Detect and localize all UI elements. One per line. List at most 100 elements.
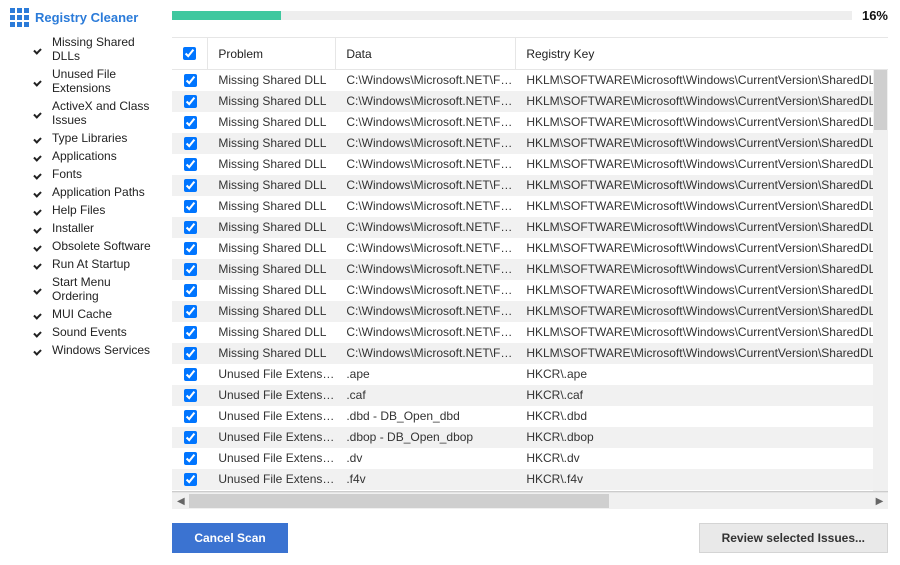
sidebar-item[interactable]: Sound Events bbox=[34, 323, 160, 341]
sidebar-item[interactable]: Missing Shared DLLs bbox=[34, 33, 160, 65]
main-panel: 16% Problem Data Registry Key Missing Sh… bbox=[160, 0, 900, 565]
table-row[interactable]: Unused File Extension.dbd - DB_Open_dbdH… bbox=[172, 406, 888, 427]
sidebar-item-label: Missing Shared DLLs bbox=[52, 35, 160, 63]
sidebar-item[interactable]: Applications bbox=[34, 147, 160, 165]
cell-problem: Unused File Extension bbox=[208, 385, 336, 406]
row-checkbox-cell bbox=[172, 385, 208, 406]
cancel-scan-button[interactable]: Cancel Scan bbox=[172, 523, 287, 553]
table-row[interactable]: Missing Shared DLLC:\Windows\Microsoft.N… bbox=[172, 217, 888, 238]
sidebar-item[interactable]: MUI Cache bbox=[34, 305, 160, 323]
row-checkbox[interactable] bbox=[184, 95, 197, 108]
row-checkbox[interactable] bbox=[184, 368, 197, 381]
cell-registry-key: HKLM\SOFTWARE\Microsoft\Windows\CurrentV… bbox=[516, 70, 888, 91]
row-checkbox-cell bbox=[172, 217, 208, 238]
row-checkbox[interactable] bbox=[184, 305, 197, 318]
scroll-right-arrow-icon[interactable]: ▶ bbox=[871, 493, 888, 510]
table-row[interactable]: Missing Shared DLLC:\Windows\Microsoft.N… bbox=[172, 301, 888, 322]
horizontal-scrollbar[interactable]: ◀ ▶ bbox=[172, 492, 888, 509]
row-checkbox[interactable] bbox=[184, 74, 197, 87]
table-row[interactable]: Missing Shared DLLC:\Windows\Microsoft.N… bbox=[172, 259, 888, 280]
header-problem[interactable]: Problem bbox=[208, 38, 336, 69]
table-row[interactable]: Missing Shared DLLC:\Windows\Microsoft.N… bbox=[172, 175, 888, 196]
header-data[interactable]: Data bbox=[336, 38, 516, 69]
table-row[interactable]: Missing Shared DLLC:\Windows\Microsoft.N… bbox=[172, 280, 888, 301]
cell-data: C:\Windows\Microsoft.NET\Fra... bbox=[336, 280, 516, 301]
row-checkbox[interactable] bbox=[184, 473, 197, 486]
review-issues-button[interactable]: Review selected Issues... bbox=[699, 523, 888, 553]
sidebar-item[interactable]: Start Menu Ordering bbox=[34, 273, 160, 305]
row-checkbox[interactable] bbox=[184, 116, 197, 129]
sidebar-item-label: Windows Services bbox=[52, 343, 150, 357]
sidebar-item[interactable]: Windows Services bbox=[34, 341, 160, 359]
progress-row: 16% bbox=[172, 8, 888, 23]
cell-problem: Unused File Extension bbox=[208, 406, 336, 427]
table-row[interactable]: Missing Shared DLLC:\Windows\Microsoft.N… bbox=[172, 343, 888, 364]
table-row[interactable]: Unused File Extension.dvHKCR\.dv bbox=[172, 448, 888, 469]
row-checkbox[interactable] bbox=[184, 431, 197, 444]
sidebar-item[interactable]: Obsolete Software bbox=[34, 237, 160, 255]
cell-problem: Missing Shared DLL bbox=[208, 154, 336, 175]
sidebar-list: Missing Shared DLLs Unused File Extension… bbox=[10, 33, 160, 359]
sidebar-item[interactable]: Help Files bbox=[34, 201, 160, 219]
cell-problem: Missing Shared DLL bbox=[208, 238, 336, 259]
cell-data: .f4v bbox=[336, 469, 516, 490]
checkmark-icon bbox=[34, 133, 44, 143]
vertical-scrollbar[interactable] bbox=[873, 70, 888, 491]
header-registry-key[interactable]: Registry Key bbox=[516, 38, 888, 69]
table-row[interactable]: Unused File Extension.cafHKCR\.caf bbox=[172, 385, 888, 406]
row-checkbox[interactable] bbox=[184, 242, 197, 255]
vertical-scroll-thumb[interactable] bbox=[874, 70, 887, 130]
table-row[interactable]: Missing Shared DLLC:\Windows\Microsoft.N… bbox=[172, 91, 888, 112]
cell-data: C:\Windows\Microsoft.NET\Fra... bbox=[336, 175, 516, 196]
cell-data: .dbd - DB_Open_dbd bbox=[336, 406, 516, 427]
table-row[interactable]: Unused File Extension.dbop - DB_Open_dbo… bbox=[172, 427, 888, 448]
row-checkbox-cell bbox=[172, 196, 208, 217]
sidebar-item[interactable]: Type Libraries bbox=[34, 129, 160, 147]
sidebar-item[interactable]: Fonts bbox=[34, 165, 160, 183]
table-row[interactable]: Missing Shared DLLC:\Windows\Microsoft.N… bbox=[172, 196, 888, 217]
table-row[interactable]: Missing Shared DLLC:\Windows\Microsoft.N… bbox=[172, 238, 888, 259]
cell-registry-key: HKLM\SOFTWARE\Microsoft\Windows\CurrentV… bbox=[516, 154, 888, 175]
select-all-checkbox[interactable] bbox=[183, 47, 196, 60]
cell-registry-key: HKCR\.f4v bbox=[516, 469, 888, 490]
row-checkbox-cell bbox=[172, 70, 208, 91]
table-row[interactable]: Missing Shared DLLC:\Windows\Microsoft.N… bbox=[172, 112, 888, 133]
row-checkbox[interactable] bbox=[184, 347, 197, 360]
table-row[interactable]: Missing Shared DLLC:\Windows\Microsoft.N… bbox=[172, 70, 888, 91]
row-checkbox[interactable] bbox=[184, 263, 197, 276]
row-checkbox[interactable] bbox=[184, 158, 197, 171]
cell-registry-key: HKLM\SOFTWARE\Microsoft\Windows\CurrentV… bbox=[516, 112, 888, 133]
table-row[interactable]: Unused File Extension.apeHKCR\.ape bbox=[172, 364, 888, 385]
sidebar-item-label: Unused File Extensions bbox=[52, 67, 160, 95]
cell-data: .ape bbox=[336, 364, 516, 385]
progress-fill bbox=[172, 11, 281, 20]
table-row[interactable]: Missing Shared DLLC:\Windows\Microsoft.N… bbox=[172, 133, 888, 154]
row-checkbox[interactable] bbox=[184, 326, 197, 339]
table-row[interactable]: Unused File Extension.f4vHKCR\.f4v bbox=[172, 469, 888, 490]
horizontal-scroll-track[interactable] bbox=[189, 493, 871, 509]
cell-problem: Unused File Extension bbox=[208, 364, 336, 385]
sidebar-item[interactable]: ActiveX and Class Issues bbox=[34, 97, 160, 129]
cell-registry-key: HKCR\.dv bbox=[516, 448, 888, 469]
row-checkbox[interactable] bbox=[184, 221, 197, 234]
row-checkbox[interactable] bbox=[184, 410, 197, 423]
table-row[interactable]: Missing Shared DLLC:\Windows\Microsoft.N… bbox=[172, 154, 888, 175]
cell-data: C:\Windows\Microsoft.NET\Fra... bbox=[336, 112, 516, 133]
sidebar-item[interactable]: Application Paths bbox=[34, 183, 160, 201]
sidebar: Registry Cleaner Missing Shared DLLs Unus… bbox=[0, 0, 160, 565]
row-checkbox[interactable] bbox=[184, 179, 197, 192]
horizontal-scroll-thumb[interactable] bbox=[189, 494, 609, 508]
sidebar-header[interactable]: Registry Cleaner bbox=[10, 8, 160, 27]
row-checkbox[interactable] bbox=[184, 389, 197, 402]
cell-problem: Missing Shared DLL bbox=[208, 175, 336, 196]
row-checkbox-cell bbox=[172, 238, 208, 259]
row-checkbox[interactable] bbox=[184, 284, 197, 297]
scroll-left-arrow-icon[interactable]: ◀ bbox=[172, 493, 189, 510]
sidebar-item[interactable]: Installer bbox=[34, 219, 160, 237]
row-checkbox[interactable] bbox=[184, 137, 197, 150]
row-checkbox[interactable] bbox=[184, 452, 197, 465]
row-checkbox[interactable] bbox=[184, 200, 197, 213]
sidebar-item[interactable]: Run At Startup bbox=[34, 255, 160, 273]
sidebar-item[interactable]: Unused File Extensions bbox=[34, 65, 160, 97]
table-row[interactable]: Missing Shared DLLC:\Windows\Microsoft.N… bbox=[172, 322, 888, 343]
